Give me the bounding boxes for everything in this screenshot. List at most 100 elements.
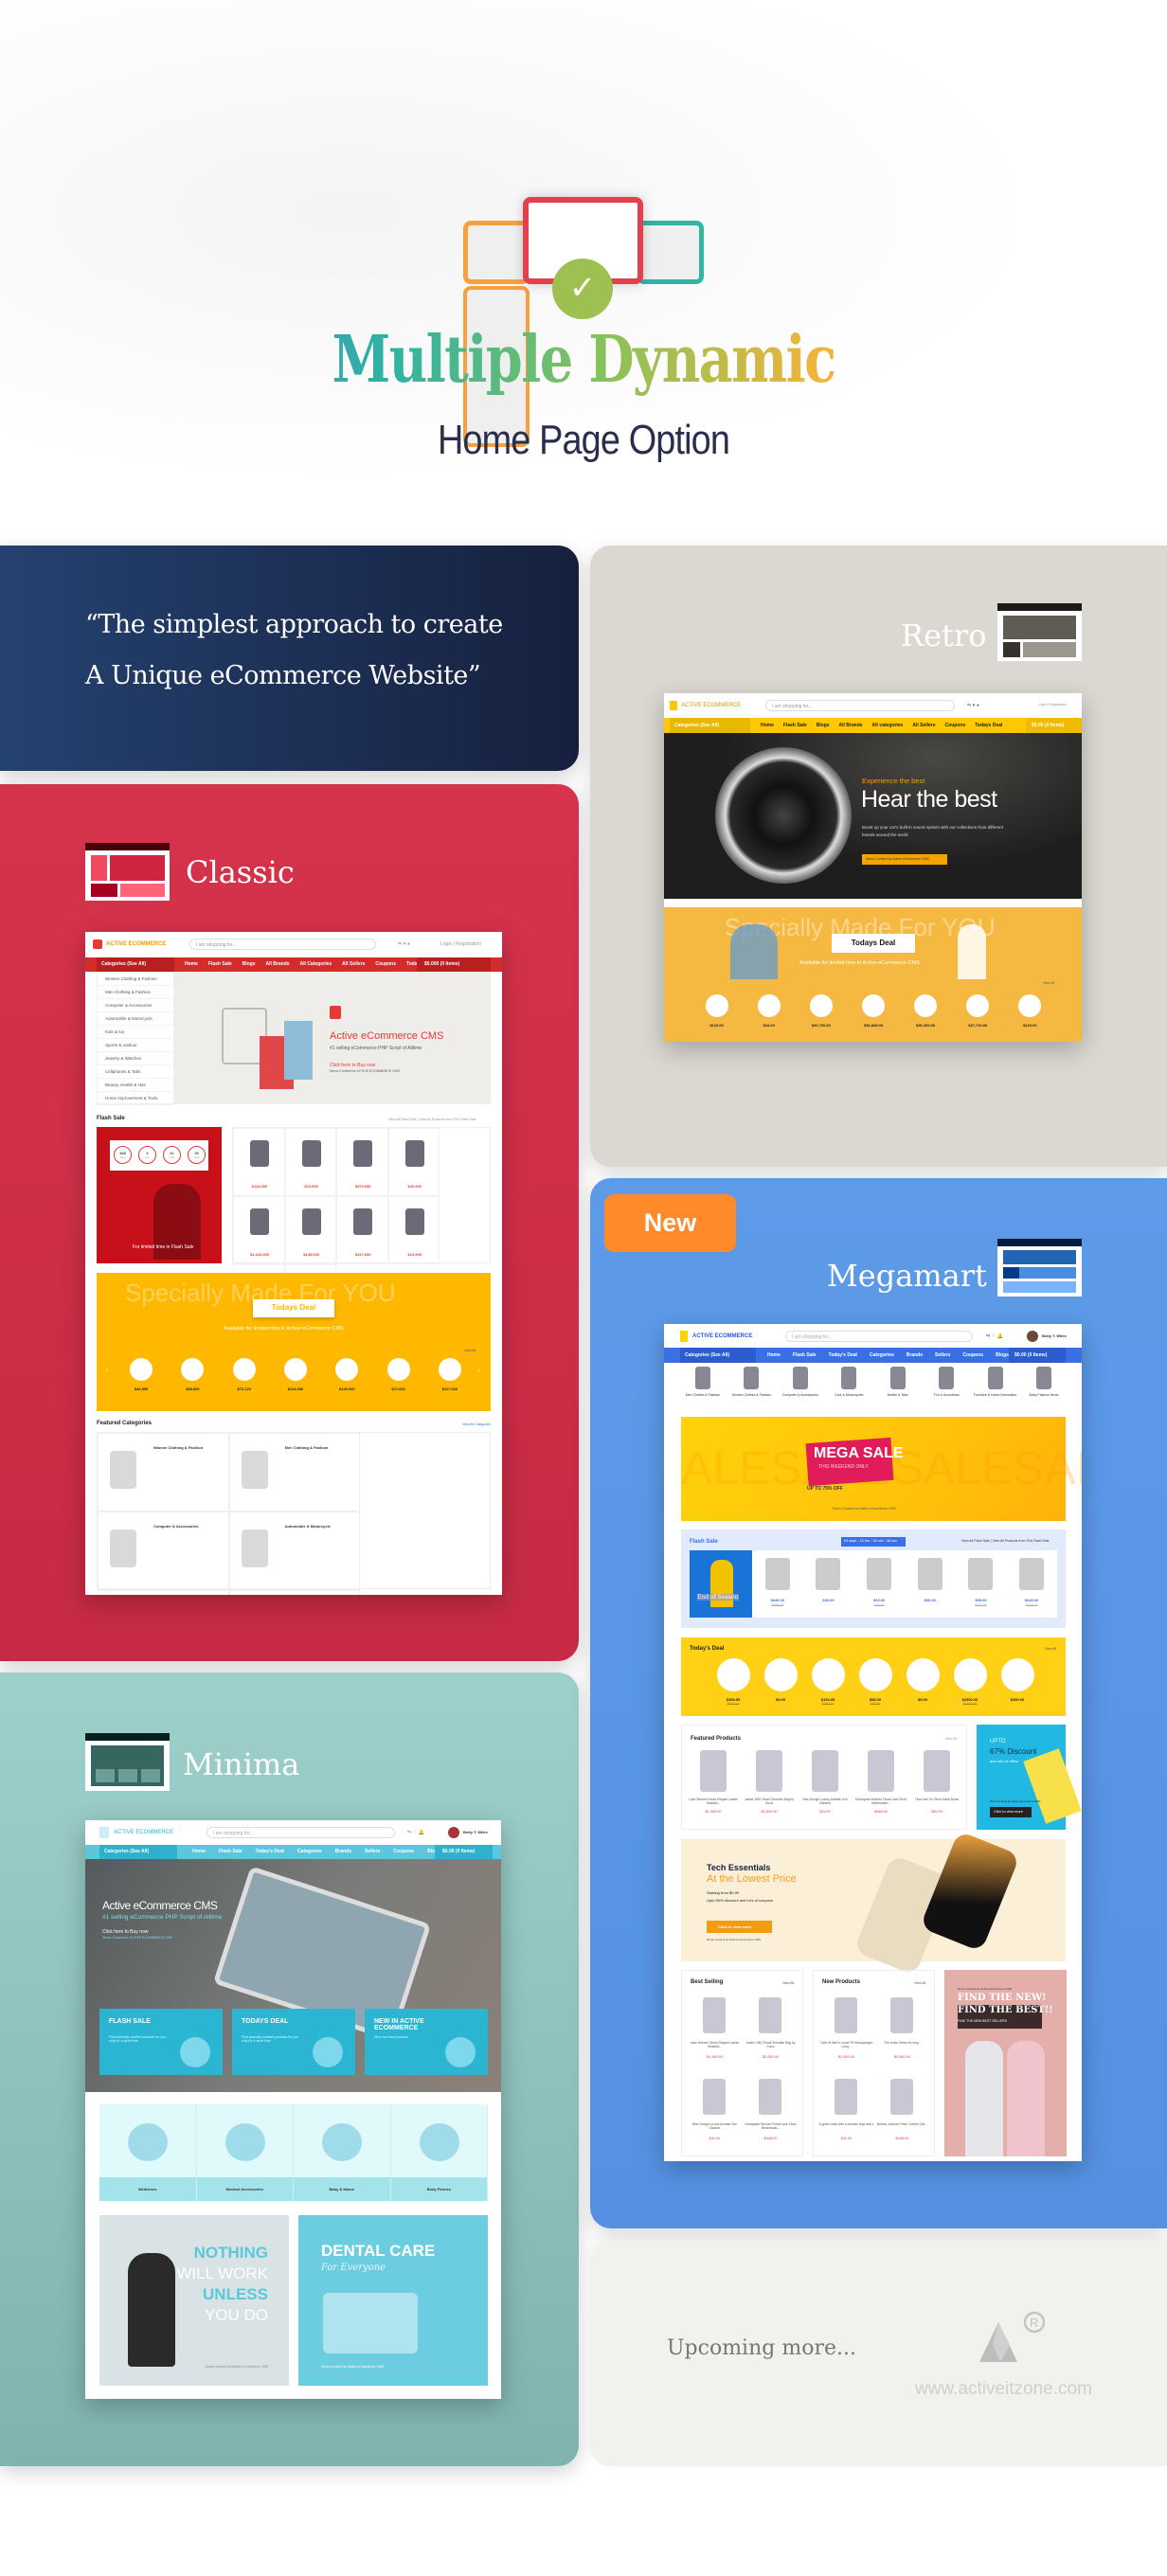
nav-item[interactable]: Blogs [242, 961, 256, 967]
carousel-prev-icon[interactable]: ‹ [106, 1368, 108, 1374]
categories-dropdown[interactable]: Categories (See All) [99, 1845, 177, 1859]
product-card[interactable]: Lace Women Dress Elegant Ladies Swallow.… [687, 1994, 743, 2075]
cart-button[interactable]: $0.000 (0 Items) [417, 957, 491, 972]
website-url[interactable]: www.activeitzone.com [915, 2379, 1092, 2400]
cart-button[interactable]: $0.00 (0 Items) [1009, 1348, 1066, 1363]
nav-item[interactable]: Sellers [365, 1849, 380, 1854]
deal-product[interactable]: $114.000 [277, 1358, 314, 1391]
nav-item[interactable]: Home [192, 1849, 206, 1854]
search-input[interactable]: I am shopping for... [765, 700, 955, 711]
deal-product[interactable]: $123.00 [698, 994, 736, 1028]
search-input[interactable]: I am shopping for... [189, 939, 376, 950]
category-tile[interactable]: Medical Accessories [196, 2104, 294, 2201]
flash-product[interactable]: $117.600 [336, 1196, 388, 1264]
product-card[interactable]: Lace Women Dress Elegant Ladies Swallow.… [687, 1746, 740, 1827]
nav-item[interactable]: All Brands [266, 961, 290, 967]
deal-product[interactable]: $46.550 [122, 1358, 160, 1391]
login-link[interactable]: Login | Registration [1038, 703, 1067, 707]
featured-category[interactable]: Computer & Accessories [98, 1512, 229, 1590]
hero-button[interactable]: Demo Content for Active eCommerce CMS [862, 854, 947, 865]
featured-category[interactable]: Jewelry & Watches [228, 1590, 361, 1595]
header-icons[interactable]: ⇆ ♡ 🔔 [407, 1830, 424, 1835]
flash-product[interactable]: $40.00 [804, 1550, 852, 1618]
deal-product[interactable]: $36,300.00 [907, 994, 944, 1028]
view-all-link[interactable]: View All [464, 1349, 476, 1352]
cart-button[interactable]: $0.00 (0 Items) [435, 1845, 493, 1859]
nav-item[interactable]: Todays Deal [975, 723, 1002, 728]
discount-promo-banner[interactable]: UPTO 67% Discount and lot's of offers De… [977, 1725, 1082, 1830]
nav-item[interactable]: Categories [870, 1352, 894, 1358]
minima-card[interactable]: Minima ACTIVE ECOMMERCE I am shopping fo… [0, 1673, 579, 2466]
view-all-link[interactable]: View All [945, 1737, 957, 1741]
hero-cta[interactable]: Click here to Buy now [102, 1929, 148, 1935]
product-card[interactable]: New Design Luxury Acetate Sun Glasses $11… [799, 1746, 852, 1827]
deal-product[interactable]: $2900.00 $3500.00 [951, 1658, 989, 1706]
flash-product[interactable]: $13.000 [387, 1196, 440, 1264]
flash-product[interactable]: $449.00 $849.00 [754, 1550, 801, 1618]
user-name[interactable]: Betty T. Wiles [1042, 1333, 1067, 1338]
view-all-link[interactable]: View All [914, 1981, 925, 1985]
view-all-link[interactable]: View All [782, 1981, 794, 1985]
deal-product[interactable]: $58.00 $65.00 [856, 1658, 894, 1706]
view-all-categories-link[interactable]: View All Categories [462, 1422, 491, 1426]
flash-product[interactable]: $145.000 [284, 1196, 337, 1264]
search-input[interactable]: I am shopping for... [785, 1331, 973, 1342]
category-icon[interactable]: Furniture & Home Decoration [974, 1367, 1017, 1414]
flash-product[interactable]: $449.00 $849.00 [1008, 1550, 1055, 1618]
sidebar-category[interactable]: Beauty, Health & Hair [98, 1079, 173, 1092]
product-card[interactable]: Jackie 1961 Small Shoulder Bag by Gucci $… [743, 1994, 799, 2075]
nav-item[interactable]: All categories [872, 723, 904, 728]
sidebar-category[interactable]: Men Clothing & Fashion [98, 986, 173, 999]
nav-item[interactable]: Flash Sale [793, 1352, 817, 1358]
end-of-season-banner[interactable]: End of Season [690, 1550, 752, 1618]
search-input[interactable]: I am shopping for... [206, 1827, 395, 1838]
todays-deal-button[interactable]: Todays Deal [832, 934, 915, 953]
category-icon[interactable]: Computer & Accessories [779, 1367, 822, 1414]
categories-dropdown[interactable]: Categories (See All) [680, 1348, 756, 1363]
featured-category[interactable]: Men Clothing & Fashion [228, 1433, 361, 1512]
promo-box[interactable]: NEW IN ACTIVE ECOMMERCE View our new prod… [365, 2009, 488, 2075]
user-name[interactable]: Betty T. Wiles [463, 1830, 488, 1834]
nav-item[interactable]: Brands [335, 1849, 351, 1854]
categories-dropdown[interactable]: Categories (See All) [97, 957, 174, 972]
deal-product[interactable]: $72.120 [225, 1358, 263, 1391]
deal-product[interactable]: $30,845.00 [854, 994, 892, 1028]
sidebar-category[interactable]: Home Improvement & Tools [98, 1092, 173, 1105]
sidebar-category[interactable]: Kids & toy [98, 1026, 173, 1039]
product-card[interactable]: Dressystar Women Floral Lace Short Bride… [743, 2075, 799, 2156]
deal-product[interactable]: $399.99 $500.00 [714, 1658, 752, 1706]
nav-item[interactable]: Categories [297, 1849, 322, 1854]
promo-box[interactable]: TODAYS DEAL Find specially curated produc… [232, 2009, 355, 2075]
retro-card[interactable]: Retro ACTIVE ECOMMERCE I am shopping for… [590, 546, 1167, 1167]
featured-category[interactable]: Kids & toy [98, 1590, 229, 1595]
product-card[interactable]: New Design Luxury Acetate Sun Glasses $11… [687, 2075, 743, 2156]
todays-deal-button[interactable]: Todays Deal [253, 1299, 334, 1317]
product-card[interactable]: The Union Dress for lady... $2,500.00 [874, 1994, 930, 2075]
deal-product[interactable]: $154.99 $200.00 [809, 1658, 847, 1706]
category-icon[interactable]: TVs & Soundbars [925, 1367, 968, 1414]
flash-product[interactable]: $39.00 [907, 1550, 954, 1618]
nav-item[interactable]: Blogs [817, 723, 830, 728]
nav-item[interactable]: Coupons [945, 723, 966, 728]
view-all-link[interactable]: View All [1043, 981, 1054, 985]
flash-product[interactable]: $99.00 $119.00 [957, 1550, 1004, 1618]
promo-box[interactable]: FLASH SALE Find specially curated product… [99, 2009, 223, 2075]
nav-item[interactable]: Home [761, 723, 774, 728]
category-icon[interactable]: Men Clothes & Fashion [681, 1367, 725, 1414]
featured-category[interactable]: Women Clothing & Fashion [98, 1433, 229, 1512]
product-card[interactable]: Dressystar Women Floral Lace Short Bride… [854, 1746, 907, 1827]
login-link[interactable]: Login | Registration [440, 941, 481, 947]
sidebar-category[interactable]: Women Clothing & Fashion [98, 973, 173, 986]
nav-item[interactable]: Today's Deal [829, 1352, 857, 1358]
dental-banner[interactable]: DENTAL CARE For Everyone Demo content fo… [298, 2215, 488, 2386]
flash-product[interactable]: $1,222.000 [233, 1196, 285, 1264]
flash-product[interactable]: $72.000 [284, 1128, 337, 1196]
category-icon[interactable]: Women Clothes & Fashion [729, 1367, 773, 1414]
nav-item[interactable]: Today's Deal [256, 1849, 284, 1854]
categories-dropdown[interactable]: Categories (See All) [670, 718, 750, 733]
flash-product[interactable]: $26.600 [387, 1128, 440, 1196]
deal-product[interactable]: $220.00 [1011, 994, 1049, 1028]
sidebar-category[interactable]: Jewelry & Watches [98, 1052, 173, 1065]
view-more-button[interactable]: Click to view more [707, 1921, 772, 1933]
fitness-banner[interactable]: NOTHING WILL WORK UNLESS YOU DO Demo con… [99, 2215, 289, 2386]
